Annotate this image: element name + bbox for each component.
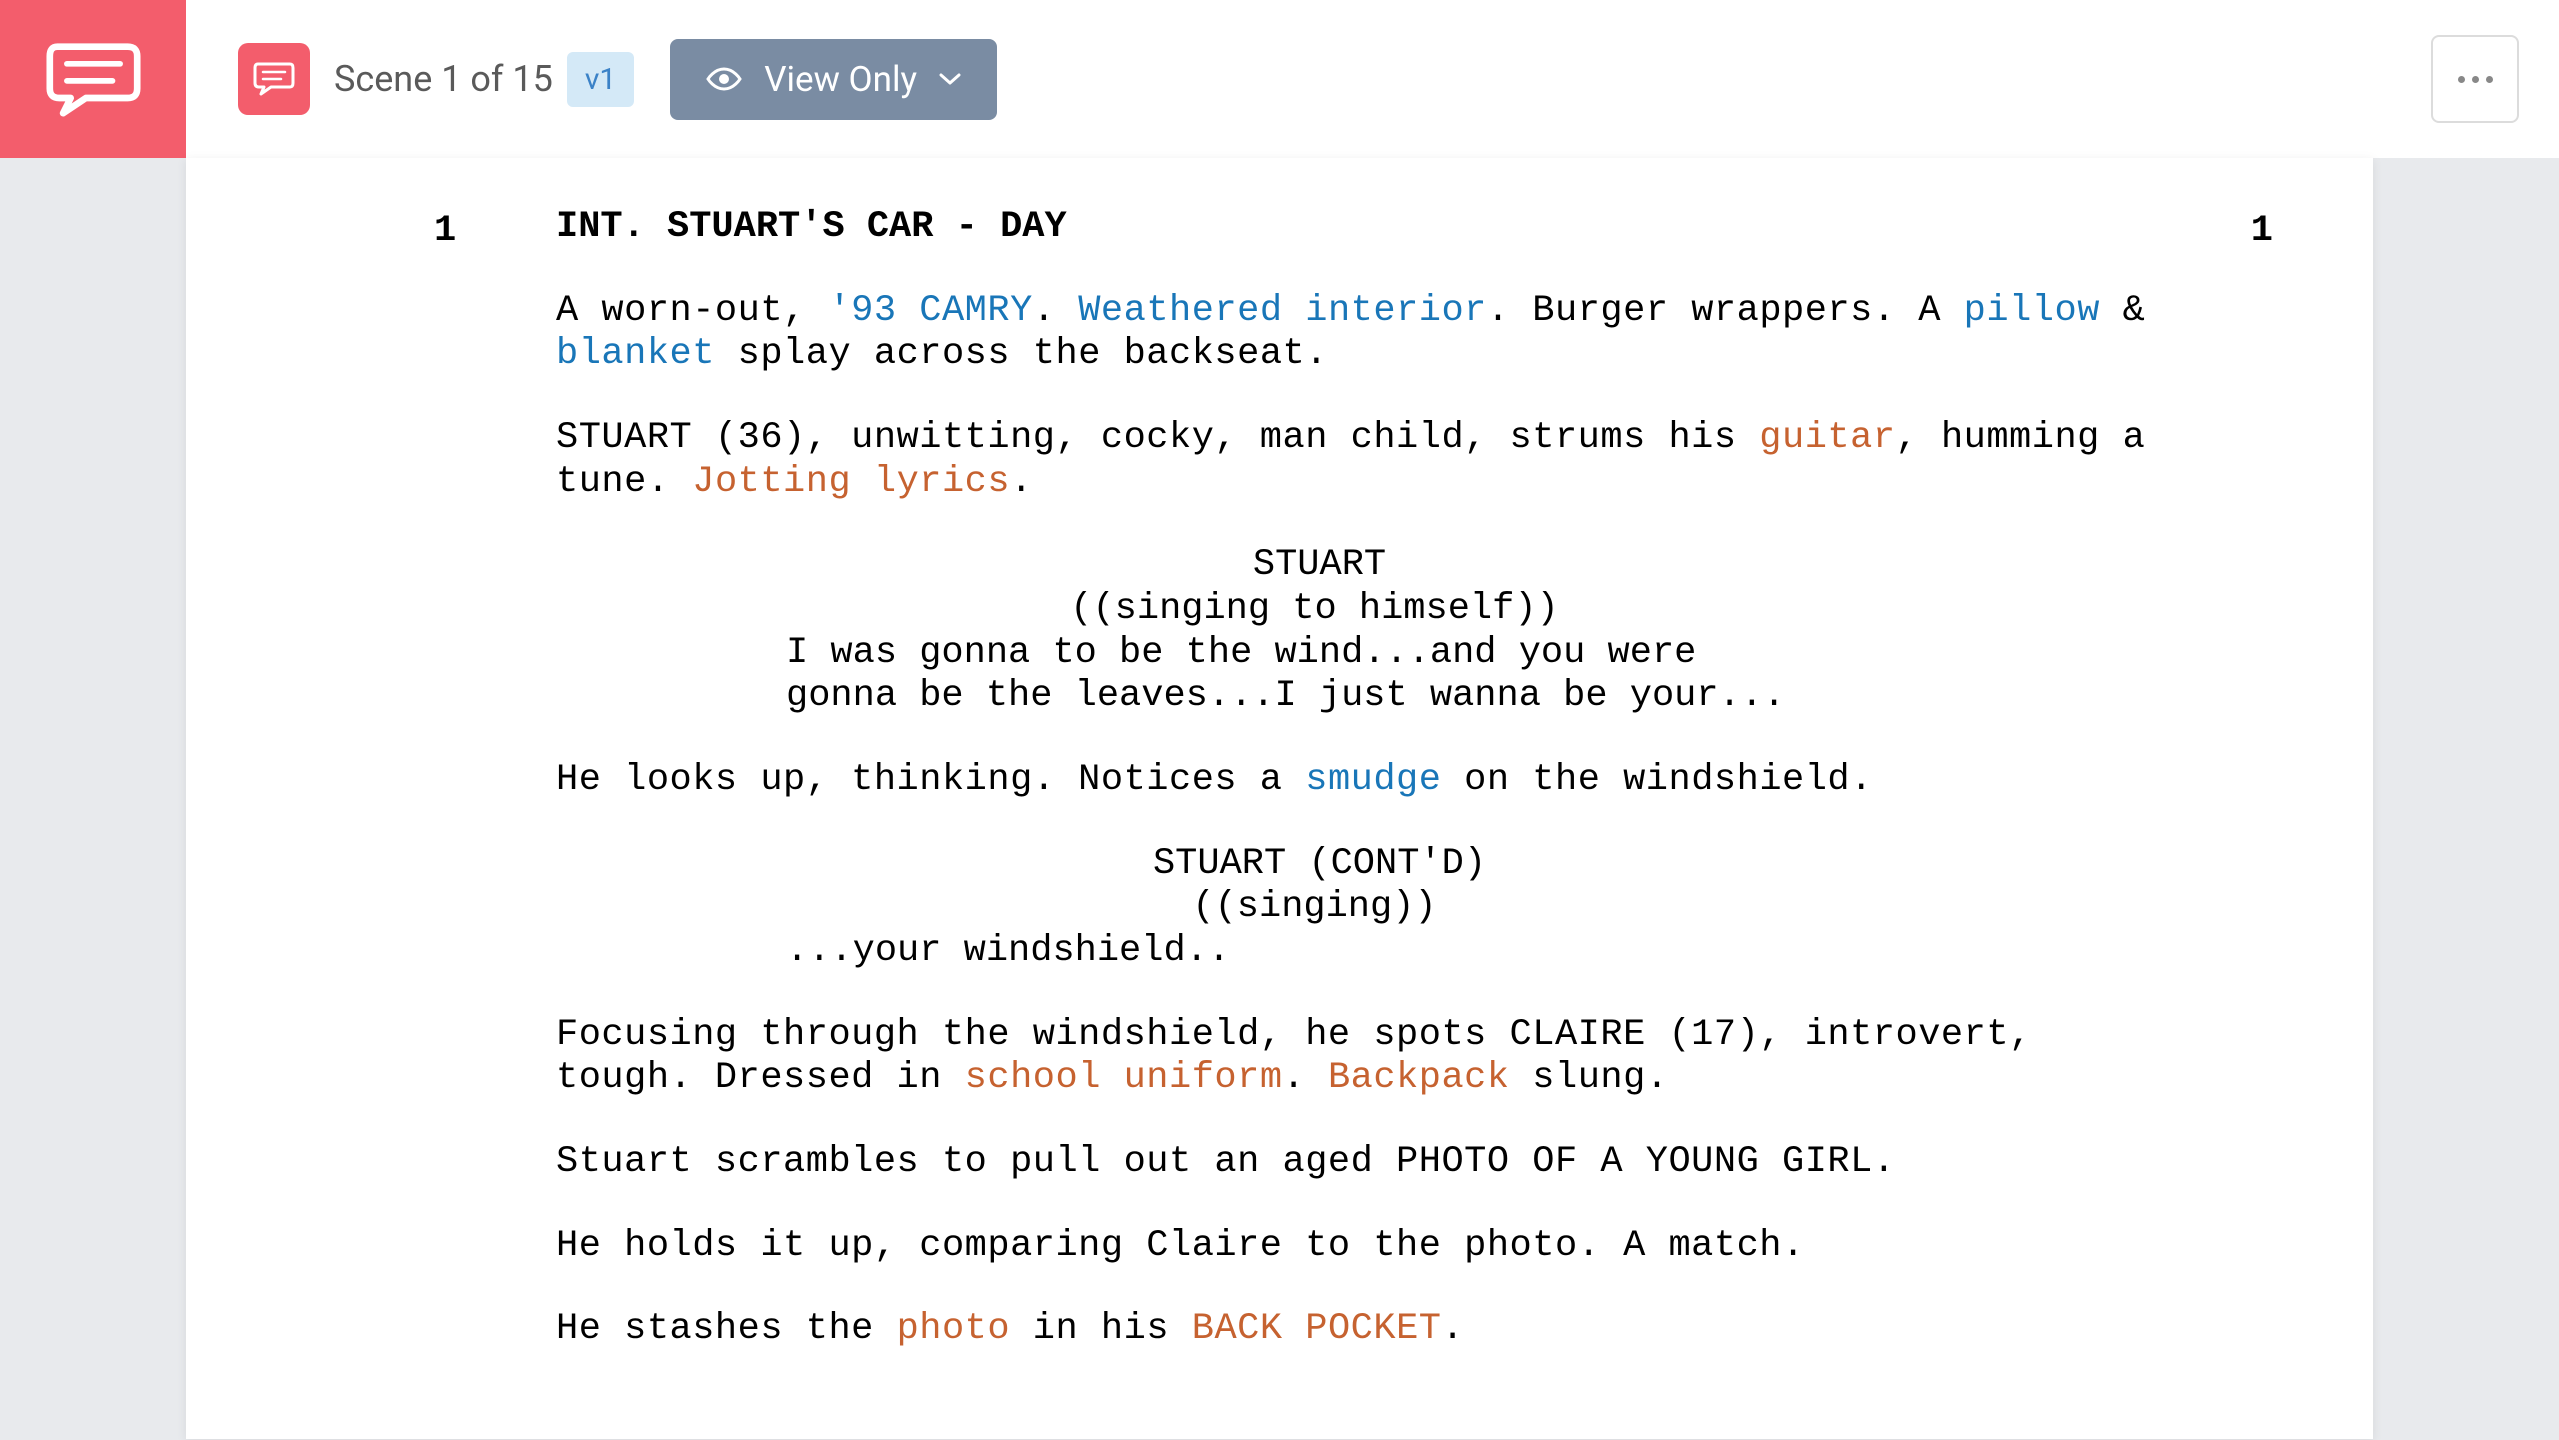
tagged-prop[interactable]: blanket — [556, 333, 715, 375]
scene-number-right: 1 — [2251, 210, 2273, 254]
scene-number-left: 1 — [434, 210, 456, 254]
scene-heading: INT. STUART'S CAR - DAY — [556, 206, 2273, 250]
view-mode-button[interactable]: View Only — [670, 39, 997, 120]
version-badge[interactable]: v1 — [567, 52, 634, 107]
parenthetical: ((singing to himself)) — [356, 588, 2273, 632]
eye-icon — [706, 66, 742, 92]
action-line: A worn-out, '93 CAMRY. Weathered interio… — [556, 290, 2173, 377]
view-mode-label: View Only — [764, 59, 917, 100]
scene-counter-label: Scene 1 of 15 — [334, 58, 553, 100]
tagged-prop[interactable]: Jotting lyrics — [692, 461, 1010, 503]
character-cue: STUART (CONT'D) — [366, 843, 2273, 887]
dialogue-text: ...your windshield.. — [786, 930, 1793, 974]
action-line: He looks up, thinking. Notices a smudge … — [556, 759, 2173, 803]
chat-icon — [253, 61, 295, 97]
tagged-prop[interactable]: pillow — [1964, 290, 2100, 332]
tagged-prop[interactable]: Backpack — [1328, 1057, 1510, 1099]
script-content: 1 1 INT. STUART'S CAR - DAY A worn-out, … — [186, 158, 2373, 1440]
tagged-prop[interactable]: photo — [897, 1308, 1011, 1350]
dialogue-text: I was gonna to be the wind...and you wer… — [786, 632, 1793, 719]
action-line: He stashes the photo in his BACK POCKET. — [556, 1308, 2173, 1352]
tagged-prop[interactable]: smudge — [1305, 759, 1441, 801]
tagged-prop[interactable]: school uniform — [965, 1057, 1283, 1099]
tagged-prop[interactable]: Weathered interior — [1078, 290, 1487, 332]
more-dots-icon — [2458, 76, 2493, 83]
chat-toolbar-button[interactable] — [238, 43, 310, 115]
script-page: 1 1 INT. STUART'S CAR - DAY A worn-out, … — [186, 158, 2373, 1439]
tagged-prop[interactable]: '93 CAMRY — [828, 290, 1032, 332]
action-line: STUART (36), unwitting, cocky, man child… — [556, 417, 2173, 504]
tagged-prop[interactable]: BACK POCKET — [1192, 1308, 1442, 1350]
character-cue: STUART — [366, 544, 2273, 588]
parenthetical: ((singing)) — [356, 886, 2273, 930]
action-line: He holds it up, comparing Claire to the … — [556, 1225, 2173, 1269]
action-line: Stuart scrambles to pull out an aged PHO… — [556, 1141, 2173, 1185]
toolbar: Scene 1 of 15 v1 View Only — [186, 0, 2559, 158]
chat-bubble-icon — [46, 39, 141, 119]
action-line: Focusing through the windshield, he spot… — [556, 1014, 2173, 1101]
tagged-prop[interactable]: guitar — [1759, 417, 1895, 459]
app-logo[interactable] — [0, 0, 186, 158]
more-options-button[interactable] — [2431, 35, 2519, 123]
chevron-down-icon — [939, 72, 961, 86]
